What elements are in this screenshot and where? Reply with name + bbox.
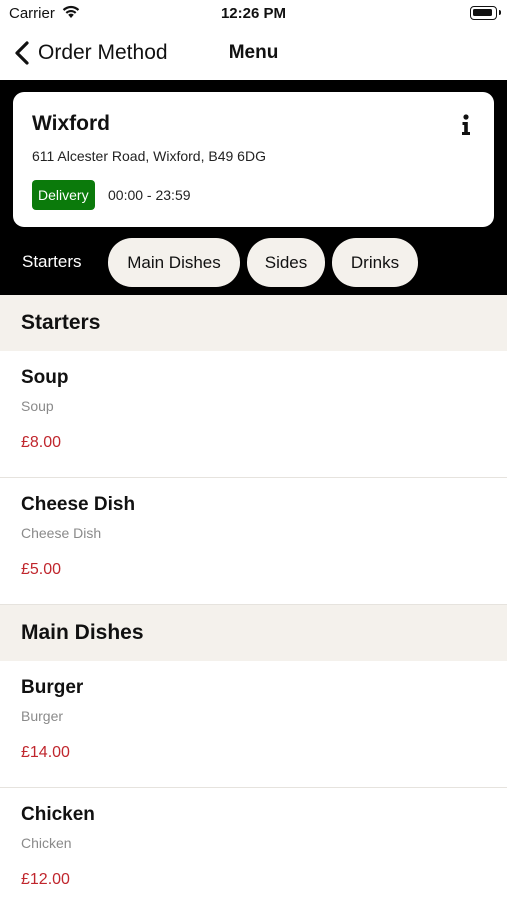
item-description: Soup <box>21 398 54 414</box>
store-header: Wixford 611 Alcester Road, Wixford, B49 … <box>0 80 507 295</box>
store-address: 611 Alcester Road, Wixford, B49 6DG <box>32 148 266 164</box>
menu-item-chicken[interactable]: Chicken Chicken £12.00 <box>0 788 507 900</box>
back-button-label: Order Method <box>38 41 168 64</box>
item-name: Soup <box>21 367 69 388</box>
menu-item-cheese-dish[interactable]: Cheese Dish Cheese Dish £5.00 <box>0 478 507 605</box>
tab-sides[interactable]: Sides <box>247 238 325 287</box>
item-price: £8.00 <box>21 434 62 451</box>
category-tabs: Starters Main Dishes Sides Drinks <box>0 238 507 287</box>
item-price: £12.00 <box>21 871 70 888</box>
menu-item-burger[interactable]: Burger Burger £14.00 <box>0 661 507 788</box>
back-button[interactable]: Order Method <box>12 38 168 68</box>
tab-starters[interactable]: Starters <box>22 252 82 272</box>
menu-item-soup[interactable]: Soup Soup £8.00 <box>0 351 507 478</box>
section-header-main-dishes: Main Dishes <box>0 605 507 661</box>
store-name: Wixford <box>32 112 110 135</box>
opening-hours: 00:00 - 23:59 <box>108 187 191 203</box>
item-name: Cheese Dish <box>21 494 136 515</box>
section-header-starters: Starters <box>0 295 507 351</box>
item-price: £14.00 <box>21 744 70 761</box>
chevron-left-icon <box>15 41 29 65</box>
item-description: Chicken <box>21 835 72 851</box>
item-description: Burger <box>21 708 64 724</box>
menu-list: Starters Soup Soup £8.00 Cheese Dish Che… <box>0 295 507 900</box>
tab-drinks[interactable]: Drinks <box>332 238 418 287</box>
status-bar: Carrier 12:26 PM <box>0 0 507 28</box>
delivery-badge: Delivery <box>32 180 95 210</box>
info-icon[interactable] <box>460 114 472 136</box>
battery-icon <box>470 6 501 20</box>
item-name: Chicken <box>21 804 95 825</box>
clock: 12:26 PM <box>220 5 287 22</box>
navigation-bar: Order Method Menu <box>0 28 507 80</box>
item-description: Cheese Dish <box>21 525 102 541</box>
item-name: Burger <box>21 677 84 698</box>
store-card: Wixford 611 Alcester Road, Wixford, B49 … <box>13 92 494 227</box>
tab-main-dishes[interactable]: Main Dishes <box>108 238 240 287</box>
item-price: £5.00 <box>21 561 62 578</box>
